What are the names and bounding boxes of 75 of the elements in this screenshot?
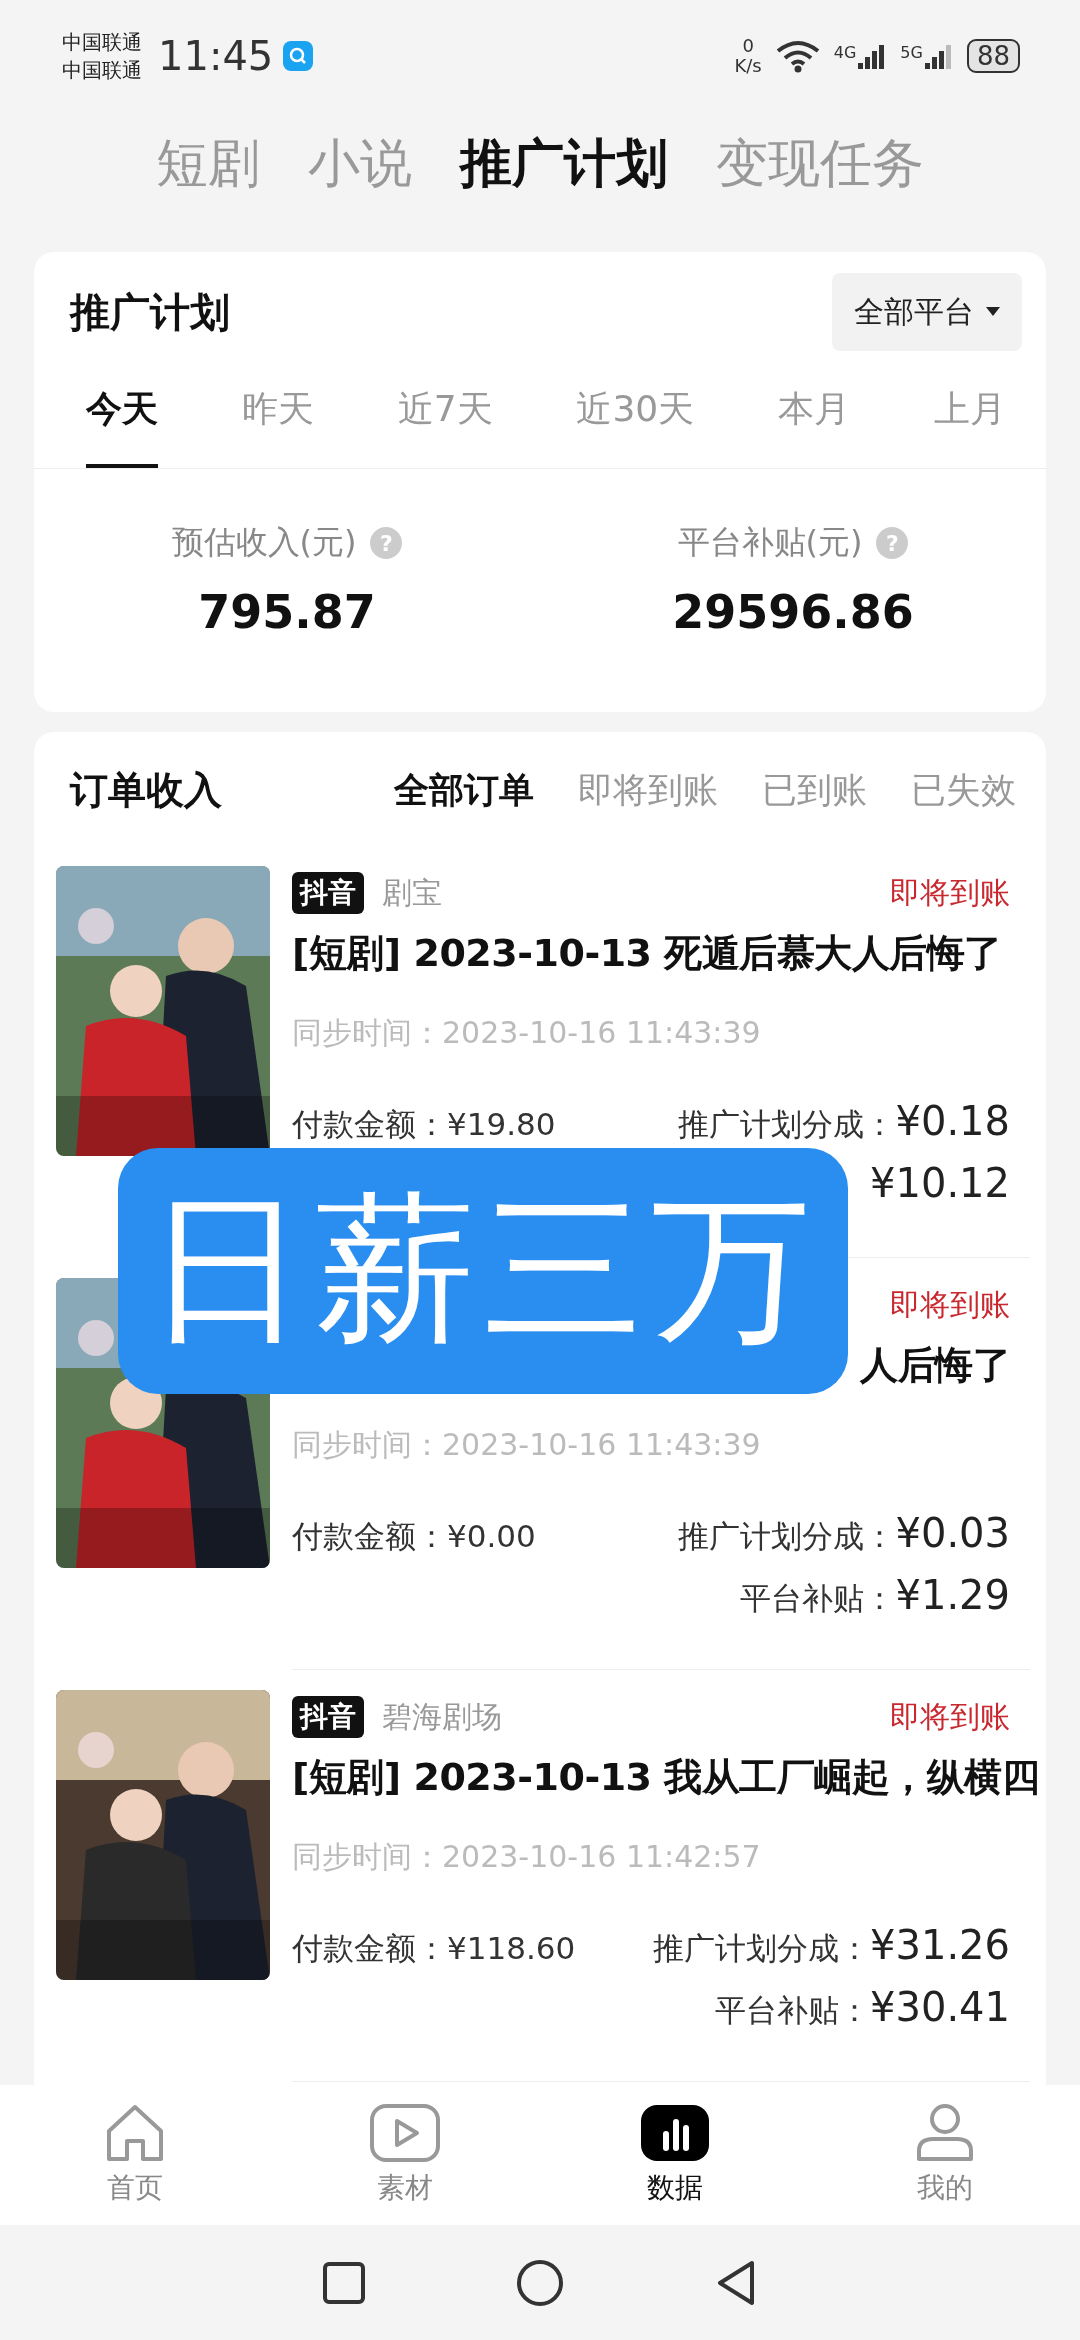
commission-label: 推广计划分成： bbox=[678, 1517, 896, 1556]
carrier-name: 中国联通 bbox=[62, 29, 142, 56]
order-title: [短剧] 2023-10-13 死遁后慕大人后悔了 bbox=[292, 930, 1002, 977]
filter-tab[interactable]: 已失效 bbox=[911, 766, 1016, 814]
filter-tab[interactable]: 全部订单 bbox=[394, 766, 534, 814]
order-title: [短剧] 2023-10-13 我从工厂崛起，纵横四 bbox=[292, 1754, 1040, 1801]
top-tab[interactable]: 变现任务 bbox=[716, 129, 924, 199]
home-button-icon[interactable] bbox=[516, 2258, 564, 2307]
filter-tab[interactable]: 即将到账 bbox=[578, 766, 718, 814]
nav-tab[interactable]: 首页 bbox=[0, 2085, 270, 2225]
subsidy-label: 平台补贴： bbox=[740, 1579, 896, 1618]
order-status: 即将到账 bbox=[890, 1285, 1010, 1324]
payment-label: 付款金额： bbox=[292, 1929, 447, 1968]
payment-amount: ¥118.60 bbox=[447, 1930, 576, 1966]
recents-icon[interactable] bbox=[322, 2260, 366, 2305]
order-status: 即将到账 bbox=[890, 1697, 1010, 1736]
battery-level: 88 bbox=[966, 39, 1020, 73]
commission-label: 推广计划分成： bbox=[678, 1105, 896, 1144]
help-icon[interactable]: ? bbox=[876, 527, 909, 559]
source-name: 剧宝 bbox=[382, 873, 442, 912]
period-tab[interactable]: 近30天 bbox=[576, 354, 695, 468]
sync-time: 同步时间：2023-10-16 11:43:39 bbox=[292, 1014, 762, 1052]
overlay-banner: 日薪三万 bbox=[118, 1148, 848, 1394]
subsidy-amount: ¥30.41 bbox=[870, 1984, 1010, 2030]
carrier-name: 中国联通 bbox=[62, 57, 142, 84]
commission-label: 推广计划分成： bbox=[653, 1929, 871, 1968]
sync-time: 同步时间：2023-10-16 11:42:57 bbox=[292, 1838, 762, 1876]
stat-value: 29596.86 bbox=[672, 585, 914, 639]
source-name: 碧海剧场 bbox=[382, 1697, 502, 1736]
signal-icon bbox=[924, 43, 953, 69]
chart-icon bbox=[639, 2103, 711, 2163]
top-tab[interactable]: 小说 bbox=[308, 129, 412, 199]
search-icon bbox=[283, 41, 314, 71]
signal-icon bbox=[858, 43, 887, 69]
commission-amount: ¥0.18 bbox=[895, 1098, 1010, 1144]
net-speed: K/s bbox=[734, 56, 762, 76]
payment-amount: ¥19.80 bbox=[447, 1106, 556, 1142]
payment-label: 付款金额： bbox=[292, 1517, 447, 1556]
stat-value: 795.87 bbox=[198, 585, 376, 639]
stat-label: 预估收入(元) bbox=[171, 522, 357, 563]
order-status: 即将到账 bbox=[890, 873, 1010, 912]
card-title: 订单收入 bbox=[70, 766, 222, 814]
payment-amount: ¥0.00 bbox=[447, 1518, 536, 1554]
platform-tag: 抖音 bbox=[292, 1696, 364, 1738]
top-tab[interactable]: 推广计划 bbox=[460, 129, 668, 199]
platform-tag: 抖音 bbox=[292, 872, 364, 914]
platform-dropdown[interactable]: 全部平台 bbox=[832, 273, 1022, 351]
nav-tab[interactable]: 数据 bbox=[540, 2085, 810, 2225]
wifi-icon bbox=[775, 39, 820, 73]
nav-tab[interactable]: 素材 bbox=[270, 2085, 540, 2225]
sync-time: 同步时间：2023-10-16 11:43:39 bbox=[292, 1426, 762, 1464]
nav-tab[interactable]: 我的 bbox=[810, 2085, 1080, 2225]
help-icon[interactable]: ? bbox=[370, 527, 403, 559]
caret-icon bbox=[986, 307, 1000, 317]
filter-tab[interactable]: 已到账 bbox=[762, 766, 867, 814]
period-tab[interactable]: 近7天 bbox=[397, 354, 493, 468]
subsidy-amount: ¥10.12 bbox=[870, 1160, 1010, 1206]
commission-amount: ¥31.26 bbox=[870, 1922, 1010, 1968]
period-tab[interactable]: 上月 bbox=[933, 354, 1006, 468]
commission-amount: ¥0.03 bbox=[895, 1510, 1010, 1556]
subsidy-label: 平台补贴： bbox=[715, 1991, 871, 2030]
stat-label: 平台补贴(元) bbox=[677, 522, 863, 563]
order-title: 人后悔了 bbox=[860, 1342, 1010, 1389]
card-title: 推广计划 bbox=[70, 287, 230, 337]
period-tab[interactable]: 昨天 bbox=[241, 354, 314, 468]
subsidy-amount: ¥1.29 bbox=[895, 1572, 1010, 1618]
network-type: 4G bbox=[833, 43, 857, 62]
net-speed: 0 bbox=[742, 36, 754, 56]
period-tab[interactable]: 本月 bbox=[778, 354, 851, 468]
payment-label: 付款金额： bbox=[292, 1105, 447, 1144]
period-tab[interactable]: 今天 bbox=[86, 354, 158, 468]
top-tab[interactable]: 短剧 bbox=[156, 129, 260, 199]
clock: 11:45 bbox=[158, 33, 274, 79]
play-icon bbox=[369, 2103, 441, 2163]
network-type: 5G bbox=[900, 43, 923, 62]
